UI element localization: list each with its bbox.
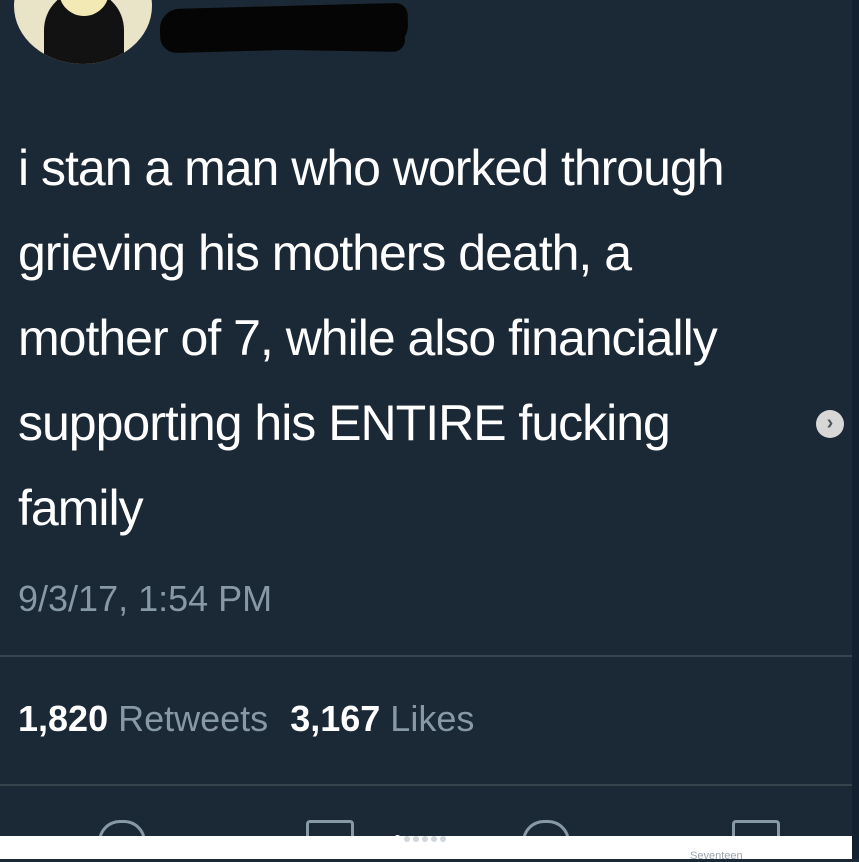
divider-top <box>0 655 859 657</box>
right-edge-strip <box>852 0 859 859</box>
carousel-dot[interactable] <box>431 836 437 842</box>
likes-count[interactable]: 3,167 <box>290 698 380 739</box>
carousel-dot[interactable] <box>413 836 419 842</box>
carousel-dot[interactable] <box>440 836 446 842</box>
watermark: Seventeen <box>690 850 743 862</box>
retweets-label[interactable]: Retweets <box>118 698 268 739</box>
tweet-timestamp: 9/3/17, 1:54 PM <box>18 578 273 619</box>
carousel-dot[interactable] <box>422 836 428 842</box>
likes-label[interactable]: Likes <box>390 698 474 739</box>
retweets-count[interactable]: 1,820 <box>18 698 108 739</box>
redacted-username-stroke <box>174 23 406 53</box>
chevron-right-icon[interactable]: › <box>816 410 844 438</box>
carousel-dot[interactable] <box>394 835 401 842</box>
carousel-dots <box>394 829 449 842</box>
carousel-dot[interactable] <box>404 836 410 842</box>
avatar[interactable] <box>14 0 152 64</box>
tweet-text: i stan a man who worked through grieving… <box>18 140 725 536</box>
divider-bottom <box>0 784 859 786</box>
engagement-stats: 1,820 Retweets 3,167 Likes <box>18 698 474 740</box>
